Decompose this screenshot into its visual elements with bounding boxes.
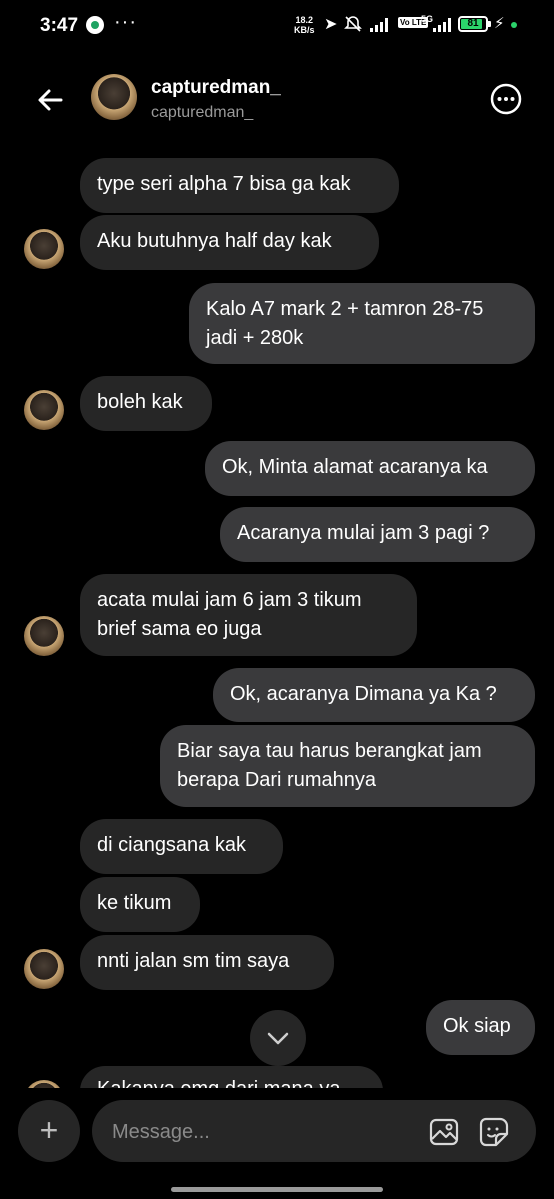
status-bar: 3:47 ··· 18.2 KB/s ➤ Vo LTE 5G 81 ⚡ [0, 0, 554, 52]
location-arrow-icon: ➤ [324, 16, 338, 33]
message-bubble-incoming[interactable]: nnti jalan sm tim saya [80, 935, 334, 990]
status-time: 3:47 [40, 15, 79, 36]
arrow-left-icon[interactable] [36, 86, 64, 114]
chevron-down-icon [267, 1032, 289, 1045]
plus-icon: + [39, 1112, 59, 1148]
message-bubble-incoming[interactable]: type seri alpha 7 bisa ga kak [80, 158, 399, 213]
network-speed-unit: KB/s [294, 25, 315, 35]
message-composer: + [0, 1088, 554, 1199]
sticker-icon[interactable] [478, 1116, 510, 1148]
gallery-icon[interactable] [428, 1116, 460, 1148]
chat-header: capturedman_ capturedman_ [0, 52, 554, 147]
message-input[interactable] [110, 1115, 404, 1149]
mute-bell-icon [344, 16, 362, 32]
message-bubble-outgoing[interactable]: Ok, Minta alamat acaranya ka [205, 441, 535, 496]
more-options-icon[interactable] [490, 83, 522, 115]
avatar[interactable] [91, 74, 137, 120]
network-speed-value: 18.2 [295, 15, 314, 25]
chat-handle: capturedman_ [151, 104, 254, 121]
avatar[interactable] [24, 390, 64, 430]
message-bubble-outgoing[interactable]: Ok siap [426, 1000, 535, 1055]
message-bubble-outgoing[interactable]: Ok, acaranya Dimana ya Ka ? [213, 668, 535, 722]
charging-icon: ⚡ [494, 15, 505, 32]
message-bubble-incoming[interactable]: boleh kak [80, 376, 212, 431]
network-speed: 18.2 KB/s [294, 15, 315, 35]
more-notifications-indicator: ··· [114, 11, 137, 33]
message-bubble-outgoing[interactable]: Acaranya mulai jam 3 pagi ? [220, 507, 535, 562]
signal-icon-1 [370, 16, 392, 32]
message-bubble-incoming[interactable]: di ciangsana kak [80, 819, 283, 874]
message-bubble-outgoing[interactable]: Kalo A7 mark 2 + tamron 28-75 jadi + 280… [189, 283, 535, 364]
battery-level: 81 [467, 18, 479, 29]
message-bubble-incoming[interactable]: Aku butuhnya half day kak [80, 215, 379, 270]
scroll-to-bottom-button[interactable] [250, 1010, 306, 1066]
network-type: 5G [421, 14, 434, 24]
message-bubble-incoming[interactable]: acata mulai jam 6 jam 3 tikum brief sama… [80, 574, 417, 656]
avatar[interactable] [24, 616, 64, 656]
battery-icon: 81 [458, 16, 491, 32]
signal-icon-2 [433, 16, 453, 32]
avatar[interactable] [24, 949, 64, 989]
location-app-icon [86, 16, 104, 34]
home-indicator[interactable] [171, 1187, 383, 1192]
avatar[interactable] [24, 229, 64, 269]
add-attachment-button[interactable]: + [18, 1100, 80, 1162]
message-input-container[interactable] [92, 1100, 536, 1162]
message-bubble-incoming[interactable]: ke tikum [80, 877, 200, 932]
message-bubble-outgoing[interactable]: Biar saya tau harus berangkat jam berapa… [160, 725, 535, 807]
privacy-indicator-dot [511, 22, 517, 28]
chat-username[interactable]: capturedman_ [151, 77, 281, 99]
